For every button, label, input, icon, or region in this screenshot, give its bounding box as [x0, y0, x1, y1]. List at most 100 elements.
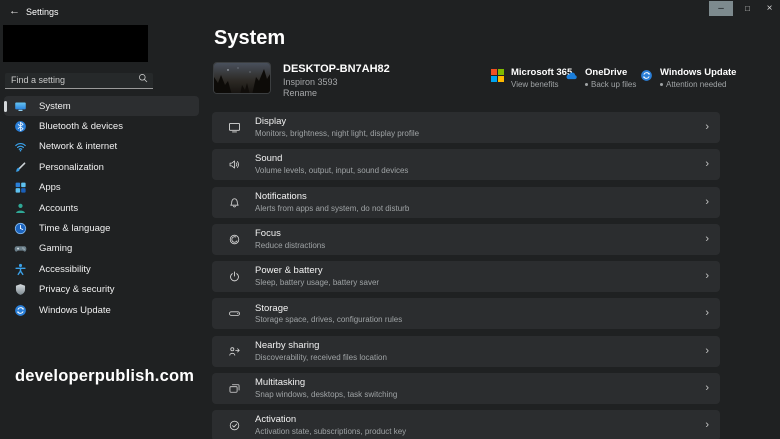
row-title: Focus	[255, 228, 325, 240]
sidebar-nav: System Bluetooth & devices Network & int…	[4, 96, 199, 320]
row-subtitle: Sleep, battery usage, battery saver	[255, 278, 379, 288]
settings-row-storage[interactable]: StorageStorage space, drives, configurat…	[212, 298, 720, 329]
row-title: Storage	[255, 303, 402, 315]
row-subtitle: Reduce distractions	[255, 241, 325, 251]
sidebar-item-label: System	[39, 101, 71, 112]
sidebar-item-personalization[interactable]: Personalization	[4, 157, 199, 177]
settings-row-focus[interactable]: FocusReduce distractions ›	[212, 224, 720, 255]
settings-row-nearby-sharing[interactable]: Nearby sharingDiscoverability, received …	[212, 336, 720, 367]
row-subtitle: Activation state, subscriptions, product…	[255, 427, 406, 437]
device-name: DESKTOP-BN7AH82	[283, 63, 390, 75]
bluetooth-icon	[14, 120, 27, 133]
night-sky-image	[214, 63, 271, 94]
multitasking-icon	[228, 382, 241, 395]
sidebar-item-privacy-security[interactable]: Privacy & security	[4, 280, 199, 300]
settings-row-display[interactable]: DisplayMonitors, brightness, night light…	[212, 112, 720, 143]
minimize-button[interactable]: –	[709, 1, 733, 16]
settings-row-sound[interactable]: SoundVolume levels, output, input, sound…	[212, 149, 720, 180]
sidebar-item-label: Time & language	[39, 223, 110, 234]
row-subtitle: Volume levels, output, input, sound devi…	[255, 166, 408, 176]
quick-link-onedrive[interactable]: OneDrive Back up files	[565, 67, 636, 89]
settings-row-notifications[interactable]: NotificationsAlerts from apps and system…	[212, 187, 720, 218]
account-info-redacted[interactable]	[3, 25, 148, 62]
power-battery-icon	[228, 270, 241, 283]
row-title: Sound	[255, 153, 408, 165]
chevron-right-icon: ›	[705, 122, 709, 133]
quick-link-windows-update[interactable]: Windows Update Attention needed	[640, 67, 736, 89]
sidebar-item-label: Personalization	[39, 162, 104, 173]
status-dot-icon	[585, 83, 588, 86]
row-subtitle: Monitors, brightness, night light, displ…	[255, 129, 419, 139]
sidebar-item-gaming[interactable]: Gaming	[4, 239, 199, 259]
sidebar-item-windows-update[interactable]: Windows Update	[4, 300, 199, 320]
sidebar-item-time-language[interactable]: Time & language	[4, 218, 199, 238]
back-arrow-icon[interactable]: ←	[9, 5, 20, 17]
focus-icon	[228, 233, 241, 246]
sidebar-item-bluetooth-devices[interactable]: Bluetooth & devices	[4, 116, 199, 136]
chevron-right-icon: ›	[705, 271, 709, 282]
sidebar-item-label: Gaming	[39, 243, 72, 254]
sidebar-item-label: Accessibility	[39, 264, 91, 275]
quick-link-title: Windows Update	[660, 67, 736, 78]
sidebar-item-label: Bluetooth & devices	[39, 121, 123, 132]
time-language-icon	[14, 222, 27, 235]
search-icon	[138, 73, 148, 83]
notifications-icon	[228, 196, 241, 209]
storage-icon	[228, 307, 241, 320]
quick-link-microsoft-365[interactable]: Microsoft 365 View benefits	[491, 67, 572, 89]
sidebar-item-network-internet[interactable]: Network & internet	[4, 137, 199, 157]
row-title: Notifications	[255, 191, 409, 203]
onedrive-cloud-icon	[565, 69, 578, 82]
sidebar-item-label: Network & internet	[39, 141, 117, 152]
chevron-right-icon: ›	[705, 346, 709, 357]
chevron-right-icon: ›	[705, 197, 709, 208]
sidebar-item-apps[interactable]: Apps	[4, 178, 199, 198]
row-title: Nearby sharing	[255, 340, 387, 352]
search-input[interactable]	[5, 73, 153, 89]
privacy-security-icon	[14, 283, 27, 296]
accessibility-icon	[14, 263, 27, 276]
row-subtitle: Snap windows, desktops, task switching	[255, 390, 397, 400]
chevron-right-icon: ›	[705, 383, 709, 394]
quick-link-status: Back up files	[591, 80, 636, 89]
settings-row-activation[interactable]: ActivationActivation state, subscription…	[212, 410, 720, 439]
window-title: Settings	[26, 7, 59, 17]
sidebar-item-accounts[interactable]: Accounts	[4, 198, 199, 218]
display-icon	[228, 121, 241, 134]
sound-icon	[228, 158, 241, 171]
row-title: Activation	[255, 414, 406, 426]
nearby-sharing-icon	[228, 345, 241, 358]
settings-row-multitasking[interactable]: MultitaskingSnap windows, desktops, task…	[212, 373, 720, 404]
row-subtitle: Discoverability, received files location	[255, 353, 387, 363]
activation-icon	[228, 419, 241, 432]
device-thumbnail	[213, 62, 271, 94]
row-title: Power & battery	[255, 265, 379, 277]
device-model: Inspiron 3593	[283, 77, 338, 87]
row-subtitle: Storage space, drives, configuration rul…	[255, 315, 402, 325]
status-dot-icon	[660, 83, 663, 86]
sidebar-item-label: Windows Update	[39, 305, 111, 316]
watermark-text: developerpublish.com	[15, 367, 194, 386]
chevron-right-icon: ›	[705, 308, 709, 319]
microsoft-365-logo	[491, 69, 504, 82]
sidebar-item-label: Apps	[39, 182, 61, 193]
sidebar-item-accessibility[interactable]: Accessibility	[4, 259, 199, 279]
sidebar-item-label: Privacy & security	[39, 284, 115, 295]
gaming-icon	[14, 242, 27, 255]
apps-icon	[14, 181, 27, 194]
search-box	[5, 70, 153, 86]
system-icon	[14, 100, 27, 113]
maximize-button[interactable]: □	[737, 1, 758, 16]
windows-update-icon	[14, 304, 27, 317]
personalization-icon	[14, 161, 27, 174]
quick-link-title: OneDrive	[585, 67, 636, 78]
rename-link[interactable]: Rename	[283, 88, 317, 98]
settings-row-power-battery[interactable]: Power & batterySleep, battery usage, bat…	[212, 261, 720, 292]
quick-link-title: Microsoft 365	[511, 67, 572, 78]
sidebar-item-system[interactable]: System	[4, 96, 199, 116]
sidebar-item-label: Accounts	[39, 203, 78, 214]
row-title: Display	[255, 116, 419, 128]
close-button[interactable]: ×	[759, 1, 780, 16]
row-subtitle: Alerts from apps and system, do not dist…	[255, 204, 409, 214]
chevron-right-icon: ›	[705, 159, 709, 170]
